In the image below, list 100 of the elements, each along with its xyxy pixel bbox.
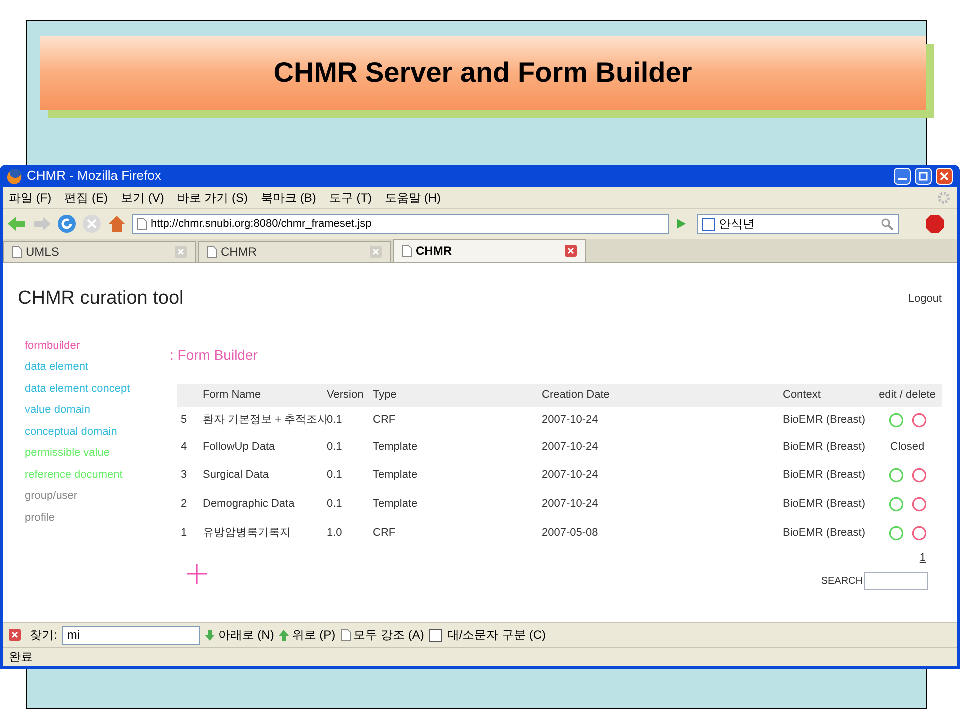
browser-tab[interactable]: UMLS: [3, 241, 196, 262]
table-cell-text: 4: [180, 440, 188, 455]
find-next-button[interactable]: 아래로 (N): [205, 626, 274, 644]
table-cell-text: BioEMR (Breast): [783, 468, 867, 483]
status-text: 완료: [9, 649, 33, 666]
search-field[interactable]: [864, 572, 928, 590]
reload-icon[interactable]: [57, 214, 77, 234]
find-field[interactable]: mi: [62, 626, 200, 644]
column-header: Type: [373, 388, 398, 403]
table-cell-text: Template: [373, 496, 419, 512]
page-icon: [340, 629, 351, 641]
table-cell-text: CRF: [373, 412, 397, 428]
match-case-label: 대/소문자 구분 (C): [447, 627, 546, 644]
app-title: CHMR curation tool: [18, 287, 184, 311]
edit-circle-icon[interactable]: [888, 526, 904, 540]
edit-circle-icon[interactable]: [888, 468, 904, 482]
menu-item[interactable]: 파일 (F): [9, 188, 52, 206]
table-cell-text: BioEMR (Breast): [783, 440, 867, 455]
nav-link[interactable]: group/user: [25, 489, 170, 504]
delete-circle-icon[interactable]: [912, 412, 926, 428]
nav-link[interactable]: profile: [25, 510, 170, 526]
browser-tab[interactable]: CHMR: [393, 239, 586, 262]
edit-circle-icon[interactable]: [888, 496, 904, 512]
menu-item[interactable]: 편집 (E): [64, 188, 108, 206]
table-cell-text: 유방암병록기록지: [203, 526, 292, 541]
table-cell-text: 0.1: [327, 468, 344, 483]
table-cell-text: Demographic Data: [203, 496, 296, 512]
delete-circle-icon[interactable]: [912, 468, 926, 482]
column-header: edit / delete: [878, 388, 937, 403]
table-cell-text: 2007-05-08: [542, 526, 600, 541]
tab-title: UMLS: [26, 244, 60, 261]
page-icon: [137, 218, 147, 230]
section-title: : Form Builder: [170, 346, 259, 364]
menu-item[interactable]: 바로 가기 (S): [177, 188, 248, 206]
delete-circle-icon[interactable]: [912, 526, 926, 540]
menu-item[interactable]: 도구 (T): [329, 188, 372, 206]
table-cell-text: BioEMR (Breast): [783, 526, 867, 541]
page-icon: [402, 245, 412, 257]
close-icon[interactable]: [9, 629, 21, 641]
close-icon[interactable]: [565, 245, 577, 257]
menu-item[interactable]: 도움말 (H): [385, 188, 442, 206]
web-search-field[interactable]: 안식년: [697, 214, 899, 234]
minimize-icon: [898, 178, 907, 180]
slide-title: CHMR Server and Form Builder: [274, 56, 692, 90]
table-cell-text: BioEMR (Breast): [783, 412, 867, 428]
find-previous-button[interactable]: 위로 (P): [279, 626, 336, 644]
address-text: http://chmr.snubi.org:8080/chmr_frameset.jsp: [151, 216, 373, 232]
down-arrow-icon: [205, 630, 216, 640]
table-cell-text: 0.1: [327, 496, 344, 512]
menu-item[interactable]: 북마크 (B): [261, 188, 316, 206]
table-cell-text: 2007-10-24: [542, 440, 600, 455]
highlight-all-button[interactable]: 모두 강조 (A): [340, 626, 424, 644]
tab-title: CHMR: [221, 244, 258, 261]
table-cell-text: BioEMR (Breast): [783, 496, 867, 512]
table-cell-text: CRF: [373, 526, 397, 541]
table-cell-text: FollowUp Data: [203, 440, 276, 455]
go-icon[interactable]: [674, 217, 688, 231]
table-cell-text: 1: [180, 526, 188, 541]
minimize-button[interactable]: [894, 168, 911, 184]
status-text: Closed: [890, 440, 925, 455]
delete-circle-icon[interactable]: [912, 496, 926, 512]
column-header: Form Name: [203, 388, 262, 403]
match-case-checkbox[interactable]: [429, 628, 442, 642]
close-icon: [940, 172, 949, 180]
table-cell-text: 2007-10-24: [542, 496, 600, 512]
browser-logo-icon: [7, 168, 23, 184]
page-icon: [12, 246, 22, 258]
table-cell-text: 5: [180, 412, 188, 428]
search-icon[interactable]: [880, 217, 894, 231]
table-cell-text: 1.0: [327, 526, 344, 541]
maximize-icon: [919, 172, 928, 180]
column-header: Context: [783, 388, 822, 403]
window-title: CHMR - Mozilla Firefox: [27, 167, 162, 186]
table-cell-text: Surgical Data: [203, 468, 270, 483]
page-link[interactable]: 1: [920, 550, 926, 566]
column-header: Creation Date: [542, 388, 611, 403]
table-cell-text: Template: [373, 440, 419, 455]
search-query: 안식년: [719, 216, 756, 233]
page-icon: [207, 246, 217, 258]
logout-link[interactable]: Logout: [908, 291, 942, 308]
table-cell-text: 0.1: [327, 412, 344, 428]
address-field[interactable]: http://chmr.snubi.org:8080/chmr_frameset.jsp: [132, 214, 669, 234]
maximize-button[interactable]: [915, 168, 932, 184]
edit-circle-icon[interactable]: [888, 412, 904, 428]
close-button[interactable]: [936, 168, 953, 184]
browser-tab[interactable]: CHMR: [198, 241, 391, 262]
add-plus-icon[interactable]: [187, 564, 207, 584]
column-header: Version: [327, 388, 365, 403]
table-cell-text: 2007-10-24: [542, 412, 600, 428]
search-label: SEARCH: [821, 574, 863, 588]
table-cell-text: 0.1: [327, 440, 344, 455]
menu-item[interactable]: 보기 (V): [121, 188, 164, 206]
tab-title: CHMR: [416, 243, 453, 260]
table-cell-text: Template: [373, 468, 419, 483]
find-label: 찾기:: [30, 627, 58, 644]
table-cell-text: 2007-10-24: [542, 468, 600, 483]
stop-sign-icon[interactable]: [925, 214, 945, 234]
table-cell-text: 3: [180, 468, 188, 483]
back-arrow-icon[interactable]: [7, 216, 27, 232]
up-arrow-icon: [279, 630, 290, 640]
